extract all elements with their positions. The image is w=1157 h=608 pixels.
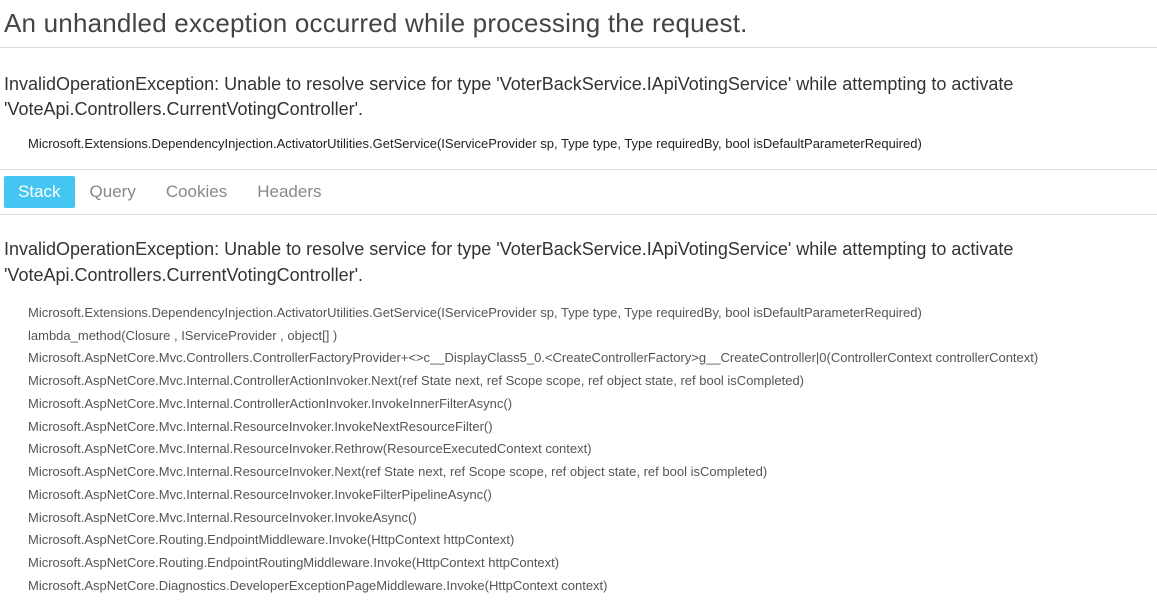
stack-frame[interactable]: Microsoft.AspNetCore.Routing.EndpointMid… [28, 529, 1153, 552]
stack-frame[interactable]: Microsoft.AspNetCore.Mvc.Internal.Resour… [28, 416, 1153, 439]
stack-frame[interactable]: Microsoft.AspNetCore.Mvc.Internal.Resour… [28, 438, 1153, 461]
stack-frame[interactable]: Microsoft.AspNetCore.Mvc.Internal.Resour… [28, 507, 1153, 530]
stack-frame[interactable]: Microsoft.AspNetCore.Mvc.Controllers.Con… [28, 347, 1153, 370]
page-title: An unhandled exception occurred while pr… [0, 0, 1157, 45]
stack-frame[interactable]: Microsoft.AspNetCore.Mvc.Internal.Resour… [28, 461, 1153, 484]
tabs-bar: Stack Query Cookies Headers [0, 170, 1157, 214]
stack-frame[interactable]: Microsoft.AspNetCore.Routing.EndpointRou… [28, 552, 1153, 575]
tab-cookies[interactable]: Cookies [151, 176, 242, 208]
stack-frame[interactable]: Microsoft.AspNetCore.Mvc.Internal.Contro… [28, 370, 1153, 393]
stack-frames-list: Microsoft.Extensions.DependencyInjection… [0, 296, 1157, 608]
tab-headers[interactable]: Headers [242, 176, 336, 208]
stack-frame[interactable]: Microsoft.Extensions.DependencyInjection… [28, 302, 1153, 325]
tab-stack[interactable]: Stack [4, 176, 75, 208]
stack-frame[interactable]: Microsoft.AspNetCore.Diagnostics.Develop… [28, 575, 1153, 598]
stack-frame[interactable]: Microsoft.AspNetCore.Mvc.Internal.Contro… [28, 393, 1153, 416]
stack-exception-message: InvalidOperationException: Unable to res… [0, 215, 1157, 295]
stack-frame[interactable]: Microsoft.AspNetCore.Mvc.Internal.Resour… [28, 484, 1153, 507]
stack-panel: InvalidOperationException: Unable to res… [0, 215, 1157, 607]
stack-frame[interactable]: lambda_method(Closure , IServiceProvider… [28, 325, 1153, 348]
exception-summary: InvalidOperationException: Unable to res… [0, 48, 1157, 122]
tab-query[interactable]: Query [75, 176, 151, 208]
first-stack-frame: Microsoft.Extensions.DependencyInjection… [0, 122, 1157, 169]
